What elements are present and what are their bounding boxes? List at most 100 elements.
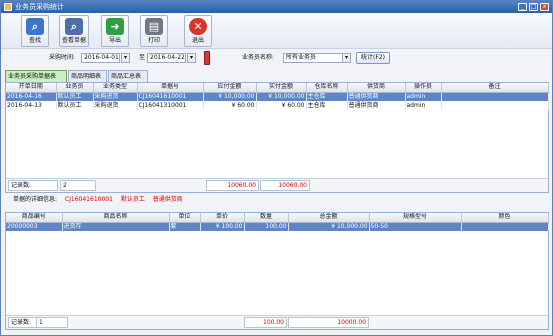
detail-label: 单据的详细信息: (13, 196, 58, 203)
cell-remark (441, 92, 549, 101)
detail-clerk: 默认员工 (120, 196, 145, 203)
col-item-name[interactable]: 商品名称 (62, 213, 170, 223)
col-date[interactable]: 开单日期 (6, 83, 57, 93)
col-unit[interactable]: 单位 (169, 213, 201, 223)
cell-supplier: 普通供货商 (347, 101, 406, 110)
total-amount: 10000.00 (288, 317, 369, 328)
export-button[interactable]: ➜ 导出 (101, 15, 129, 47)
flag-icon (204, 51, 210, 65)
total-qty: 100.00 (244, 317, 287, 328)
window-title: 业务员采购统计 (15, 3, 64, 11)
col-clerk[interactable]: 业务员 (56, 83, 94, 93)
cell-remark (441, 101, 549, 110)
col-paid[interactable]: 实付金额 (256, 83, 307, 93)
exit-icon: ✕ (189, 18, 207, 35)
detail-supplier: 普通供货商 (152, 196, 183, 203)
cell-operator: admin (405, 92, 442, 101)
export-button-label: 导出 (108, 37, 121, 44)
search-icon: ⌕ (26, 18, 44, 35)
export-icon: ➜ (106, 18, 124, 35)
to-label: 至 (139, 54, 146, 61)
cell-doc-no: CJ16041610001 (137, 92, 204, 101)
exit-button[interactable]: ✕ 退出 (184, 15, 212, 47)
cell-warehouse: 主仓库 (306, 101, 348, 110)
print-button[interactable]: ▤ 打印 (140, 15, 168, 47)
title-bar: 业务员采购统计 _ □ x (1, 1, 552, 13)
cell-operator: admin (405, 101, 442, 110)
cell-type: 采购进货 (93, 92, 138, 101)
total-paid: 10060.00 (260, 180, 310, 191)
cell-color (461, 222, 549, 231)
exit-button-label: 退出 (191, 37, 204, 44)
col-remark[interactable]: 备注 (441, 83, 549, 93)
search-button[interactable]: ⌕ 查找 (21, 15, 49, 47)
orders-header-row: 开单日期 业务员 业务类型 单据号 应付金额 实付金额 仓库名称 供货商 操作员… (6, 83, 549, 93)
table-row[interactable]: 2016-04-16 默认员工 采购进货 CJ16041610001 ¥ 10,… (6, 92, 549, 101)
cell-spec: 50-50 (369, 222, 462, 231)
cell-payable: ¥ 10,000.00 (203, 92, 257, 101)
record-count-value: 2 (60, 180, 96, 191)
detail-info: 单据的详细信息: CJ16041610001 默认员工 普通供货商 (13, 196, 183, 204)
cell-paid: ¥ 60.00 (256, 101, 307, 110)
cell-unit-price: ¥ 100.00 (200, 222, 245, 231)
table-row[interactable]: 2016-04-13 默认员工 采购退货 CJ16041310001 ¥ 60.… (6, 101, 549, 110)
view-doc-icon: ⌕ (65, 18, 83, 35)
date-from-field[interactable]: 2016-04-01 (81, 53, 120, 63)
app-window: 业务员采购统计 _ □ x ⌕ 查找 ⌕ 查看单据 ➜ 导出 ▤ 打印 ✕ 退出… (0, 0, 553, 336)
col-warehouse[interactable]: 仓库名称 (306, 83, 348, 93)
detail-header-row: 商品编号 商品名称 单位 单价 数量 总金额 规格型号 颜色 (6, 213, 549, 223)
close-window-button[interactable]: x (540, 3, 549, 11)
printer-icon: ▤ (145, 18, 163, 35)
tab-clerk-orders[interactable]: 业务员采购单据表 (5, 70, 67, 82)
col-color[interactable]: 颜色 (461, 213, 549, 223)
date-label: 采购时间: (49, 54, 76, 61)
filter-bar: 采购时间: 2016-04-01 ▾ 至 2016-04-22 ▾ 业务员名称:… (1, 50, 552, 68)
col-total[interactable]: 总金额 (288, 213, 370, 223)
cell-date: 2016-04-16 (6, 92, 57, 101)
tab-item-details[interactable]: 商品明细表 (68, 70, 107, 82)
col-spec[interactable]: 规格型号 (369, 213, 462, 223)
col-qty[interactable]: 数量 (244, 213, 289, 223)
col-supplier[interactable]: 供货商 (347, 83, 406, 93)
orders-table: 开单日期 业务员 业务类型 单据号 应付金额 实付金额 仓库名称 供货商 操作员… (6, 83, 549, 110)
col-payable[interactable]: 应付金额 (203, 83, 257, 93)
total-payable: 10060.00 (206, 180, 259, 191)
cell-qty: 100.00 (244, 222, 289, 231)
record-count-label: 记录数: (8, 180, 58, 191)
search-button-label: 查找 (28, 37, 41, 44)
cell-warehouse: 主仓库 (306, 92, 348, 101)
cell-date: 2016-04-13 (6, 101, 57, 110)
detail-grid: 商品编号 商品名称 单位 单价 数量 总金额 规格型号 颜色 20000003 … (5, 212, 549, 330)
cell-clerk: 默认员工 (56, 92, 94, 101)
date-to-calendar-icon[interactable]: ▾ (187, 53, 196, 63)
clerk-label: 业务员名称: (242, 54, 275, 61)
cell-type: 采购退货 (93, 101, 138, 110)
date-from-calendar-icon[interactable]: ▾ (121, 53, 130, 63)
cell-doc-no: CJ16041310001 (137, 101, 204, 110)
orders-grid: 开单日期 业务员 业务类型 单据号 应付金额 实付金额 仓库名称 供货商 操作员… (5, 82, 549, 193)
col-unit-price[interactable]: 单价 (200, 213, 245, 223)
print-button-label: 打印 (147, 37, 160, 44)
col-item-no[interactable]: 商品编号 (6, 213, 63, 223)
cell-item-no: 20000003 (6, 222, 63, 231)
detail-footer: 记录数: 1 100.00 10000.00 (6, 315, 548, 329)
cell-total: ¥ 10,000.00 (288, 222, 370, 231)
col-type[interactable]: 业务类型 (93, 83, 138, 93)
detail-doc-no: CJ16041610001 (64, 196, 113, 203)
cell-paid: ¥ 10,000.00 (256, 92, 307, 101)
clerk-select[interactable]: 所有业务员 (283, 53, 343, 63)
cell-supplier: 普通供货商 (347, 92, 406, 101)
detail-record-count-value: 1 (36, 317, 68, 328)
col-operator[interactable]: 操作员 (405, 83, 442, 93)
detail-table: 商品编号 商品名称 单位 单价 数量 总金额 规格型号 颜色 20000003 … (6, 213, 549, 231)
app-icon (4, 3, 12, 11)
stat-button[interactable]: 统计(F2) (356, 52, 390, 64)
col-doc-no[interactable]: 单据号 (137, 83, 204, 93)
clerk-dropdown-icon[interactable]: ▾ (342, 53, 351, 63)
minimize-button[interactable]: _ (518, 3, 527, 11)
maximize-button[interactable]: □ (529, 3, 538, 11)
tab-item-summary[interactable]: 商品汇总表 (108, 70, 148, 82)
date-to-field[interactable]: 2016-04-22 (147, 53, 186, 63)
table-row[interactable]: 20000003 进货存 套 ¥ 100.00 100.00 ¥ 10,000.… (6, 222, 549, 231)
view-doc-button[interactable]: ⌕ 查看单据 (59, 15, 89, 47)
